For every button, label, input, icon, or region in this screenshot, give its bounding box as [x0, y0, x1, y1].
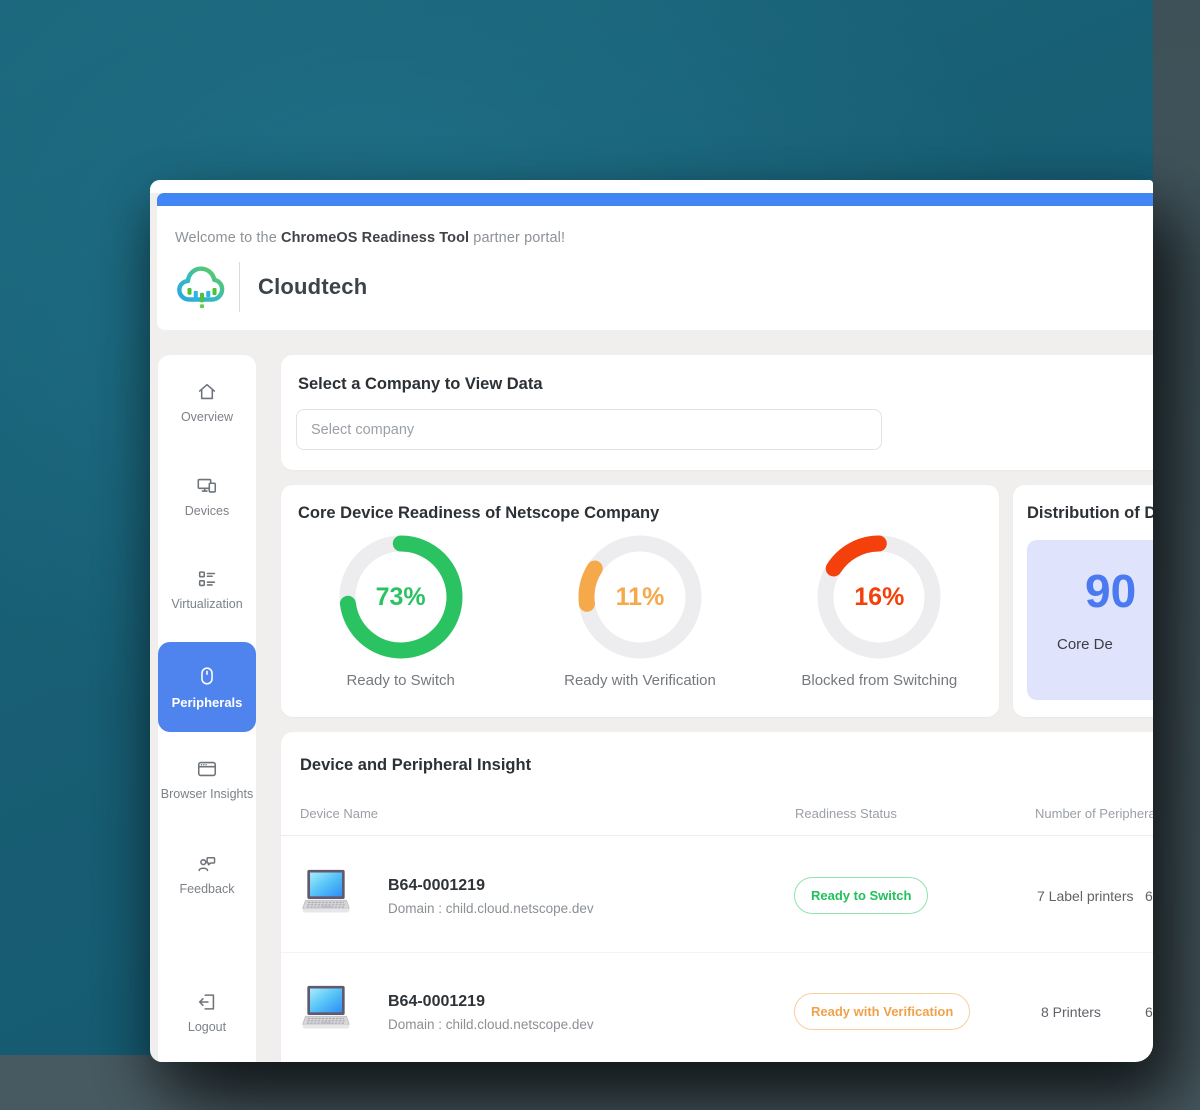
company-select-title: Select a Company to View Data [298, 375, 543, 393]
sidebar-item-devices[interactable]: Devices [158, 475, 256, 518]
devices-icon [197, 478, 217, 493]
peripheral-extra-count: 6 [1145, 1004, 1153, 1020]
column-header-peripheral-count: Number of Peripheral D [1035, 806, 1153, 821]
column-header-device-name: Device Name [300, 806, 379, 821]
row-divider [281, 952, 1153, 953]
sidebar: Overview Devices Virtualization Peripher… [158, 355, 256, 1062]
donut-percent: 16% [854, 582, 905, 611]
logout-icon [198, 994, 215, 1010]
company-select-card: Select a Company to View Data [281, 355, 1153, 470]
window-top-strip [150, 180, 1153, 193]
company-select-input[interactable] [296, 409, 882, 450]
device-domain: Domain : child.cloud.netscope.dev [388, 1017, 594, 1032]
readiness-card: Core Device Readiness of Netscope Compan… [281, 485, 999, 717]
distribution-number: 90 [1085, 565, 1137, 617]
welcome-text: Welcome to the ChromeOS Readiness Tool p… [175, 230, 566, 246]
donut-label: Ready to Switch [346, 672, 455, 689]
sidebar-item-feedback[interactable]: Feedback [158, 853, 256, 896]
laptop-icon [302, 985, 350, 1029]
readiness-title: Core Device Readiness of Netscope Compan… [298, 504, 660, 522]
donut-label: Ready with Verification [564, 672, 716, 689]
donut-ready-with-verification: 11% Ready with Verification [520, 535, 759, 689]
peripheral-count: 7 Label printers [1037, 888, 1134, 904]
peripheral-count: 8 Printers [1041, 1004, 1101, 1020]
brand-divider [239, 262, 240, 312]
sidebar-item-peripherals[interactable]: Peripherals [158, 642, 256, 732]
sidebar-item-overview[interactable]: Overview [158, 381, 256, 424]
sidebar-item-browser-insights[interactable]: Browser Insights [158, 758, 256, 801]
accent-bar [157, 193, 1153, 206]
virtualization-icon [198, 571, 216, 587]
home-icon [198, 383, 216, 400]
donut-percent: 11% [615, 582, 665, 611]
donut-label: Blocked from Switching [801, 672, 958, 689]
cloudtech-logo-icon [177, 266, 225, 309]
donut-ready-to-switch: 73% Ready to Switch [281, 535, 520, 689]
column-header-readiness-status: Readiness Status [795, 806, 897, 821]
distribution-stat-box: 90 Core De [1027, 540, 1153, 700]
laptop-icon [302, 869, 350, 913]
feedback-icon [198, 857, 216, 872]
app-window: Welcome to the ChromeOS Readiness Tool p… [150, 180, 1153, 1062]
device-name: B64-0001219 [388, 877, 485, 894]
insight-title: Device and Peripheral Insight [300, 756, 532, 774]
donut-row: 73% Ready to Switch 11% Ready with Verif… [281, 535, 999, 689]
insight-card: Device and Peripheral Insight Device Nam… [281, 732, 1153, 1062]
distribution-card: Distribution of Dev 90 Core De [1013, 485, 1153, 717]
mouse-icon [201, 666, 213, 685]
peripheral-extra-count: 6 [1145, 888, 1153, 904]
status-badge: Ready with Verification [794, 993, 971, 1030]
browser-icon [197, 761, 217, 777]
distribution-caption: Core De [1057, 636, 1113, 653]
brand-name: Cloudtech [258, 274, 368, 299]
distribution-title: Distribution of Dev [1027, 504, 1153, 522]
donut-blocked-from-switching: 16% Blocked from Switching [760, 535, 999, 689]
device-name: B64-0001219 [388, 993, 485, 1010]
sidebar-item-logout[interactable]: Logout [158, 991, 256, 1034]
donut-percent: 73% [375, 582, 426, 611]
header-divider [281, 835, 1153, 836]
header: Welcome to the ChromeOS Readiness Tool p… [157, 206, 1153, 330]
status-badge: Ready to Switch [794, 877, 929, 914]
brand-row: Cloudtech [175, 256, 367, 318]
sidebar-item-virtualization[interactable]: Virtualization [158, 568, 256, 611]
device-domain: Domain : child.cloud.netscope.dev [388, 901, 594, 916]
